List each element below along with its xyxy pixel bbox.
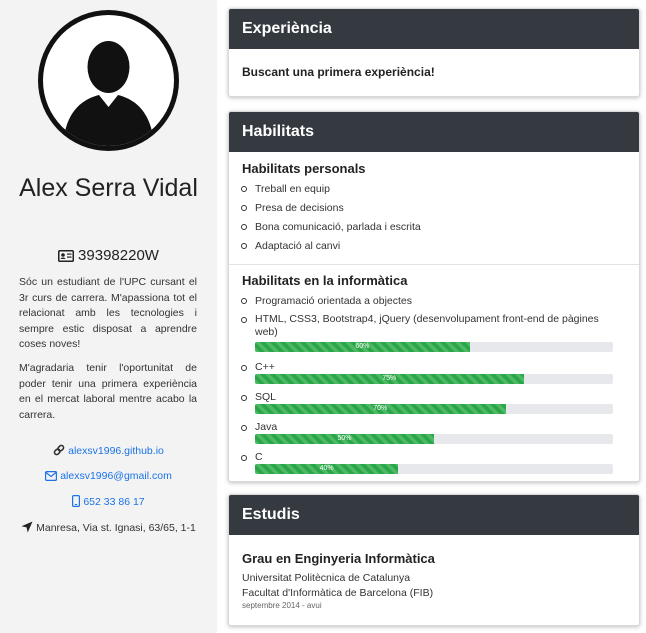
tech-skills-title: Habilitats en la informàtica	[242, 273, 408, 288]
divider	[229, 264, 639, 265]
faculty: Facultat d'Informàtica de Barcelona (FIB…	[242, 587, 434, 599]
personal-skills-title: Habilitats personals	[242, 161, 366, 176]
website-text[interactable]: alexsv1996.github.io	[68, 445, 164, 457]
envelope-icon	[45, 471, 58, 482]
skill-bar-fill: 70%	[255, 404, 506, 414]
degree-title: Grau en Enginyeria Informàtica	[242, 551, 435, 566]
skill-bar-fill: 50%	[255, 434, 434, 444]
skill-progress-bar: 50%	[255, 434, 613, 444]
skills-header: Habilitats	[229, 112, 639, 152]
skill-bar-fill: 60%	[255, 342, 470, 352]
bio-paragraph-2: M'agradaria tenir l'oportunitat de poder…	[19, 362, 197, 421]
personal-skills-list: Treball en equip Presa de decisions Bona…	[241, 182, 421, 258]
id-card-icon	[58, 250, 75, 262]
list-item: Treball en equip	[241, 182, 421, 201]
skill-java-item: Java 50%	[241, 421, 615, 451]
skill-c-item: C 40%	[241, 451, 615, 481]
skill-progress-bar: 75%	[255, 374, 613, 384]
phone-text[interactable]: 652 33 86 17	[83, 496, 144, 508]
skill-progress-bar: 40%	[255, 464, 613, 474]
studies-header: Estudis	[229, 495, 639, 535]
skill-progress-bar: 60%	[255, 342, 613, 352]
skill-name: SQL	[255, 391, 277, 403]
address: Manresa, Via st. Ignasi, 63/65, 1-1	[0, 521, 217, 534]
university: Universitat Politècnica de Catalunya	[242, 572, 411, 584]
bio-paragraph-1: Sóc un estudiant de l'UPC cursant el 3r …	[19, 276, 197, 350]
website-link[interactable]: alexsv1996.github.io	[0, 444, 217, 457]
skill-name: C++	[255, 361, 275, 373]
skill-name: C	[255, 451, 263, 463]
email-text[interactable]: alexsv1996@gmail.com	[60, 470, 172, 482]
dni: 39398220W	[0, 247, 217, 264]
skills-card: Habilitats Habilitats personals Treball …	[228, 111, 640, 482]
skill-progress-bar: 70%	[255, 404, 613, 414]
location-arrow-icon	[21, 521, 33, 533]
experience-text: Buscant una primera experiència!	[242, 65, 435, 79]
skill-html-text: HTML, CSS3, Bootstrap4, jQuery (desenvol…	[255, 313, 599, 338]
phone-link[interactable]: 652 33 86 17	[0, 495, 217, 508]
skill-html-item: HTML, CSS3, Bootstrap4, jQuery (desenvol…	[241, 313, 615, 361]
user-silhouette-icon	[63, 41, 154, 146]
list-item: Adaptació al canvi	[241, 239, 421, 258]
email-link[interactable]: alexsv1996@gmail.com	[0, 470, 217, 482]
skill-sql-item: SQL 70%	[241, 391, 615, 421]
address-text: Manresa, Via st. Ignasi, 63/65, 1-1	[36, 522, 196, 534]
link-icon	[53, 444, 65, 456]
mobile-phone-icon	[72, 495, 81, 508]
list-item: Presa de decisions	[241, 201, 421, 220]
skill-cpp-item: C++ 75%	[241, 361, 615, 391]
studies-card: Estudis Grau en Enginyeria Informàtica U…	[228, 494, 640, 626]
list-item: Programació orientada a objectes	[241, 294, 615, 313]
experience-card: Experiència Buscant una primera experièn…	[228, 8, 640, 97]
tech-skills-list: Programació orientada a objectes HTML, C…	[241, 294, 615, 481]
list-item: Bona comunicació, parlada i escrita	[241, 220, 421, 239]
study-dates: septembre 2014 - avui	[242, 601, 322, 610]
profile-name: Alex Serra Vidal	[19, 174, 198, 202]
experience-header: Experiència	[229, 9, 639, 49]
avatar	[38, 10, 179, 151]
skill-bar-fill: 40%	[255, 464, 399, 474]
sidebar: Alex Serra Vidal 39398220W Sóc un estudi…	[0, 0, 217, 633]
skill-name: Java	[255, 421, 278, 433]
dni-number: 39398220W	[78, 247, 159, 264]
skill-bar-fill: 75%	[255, 374, 524, 384]
